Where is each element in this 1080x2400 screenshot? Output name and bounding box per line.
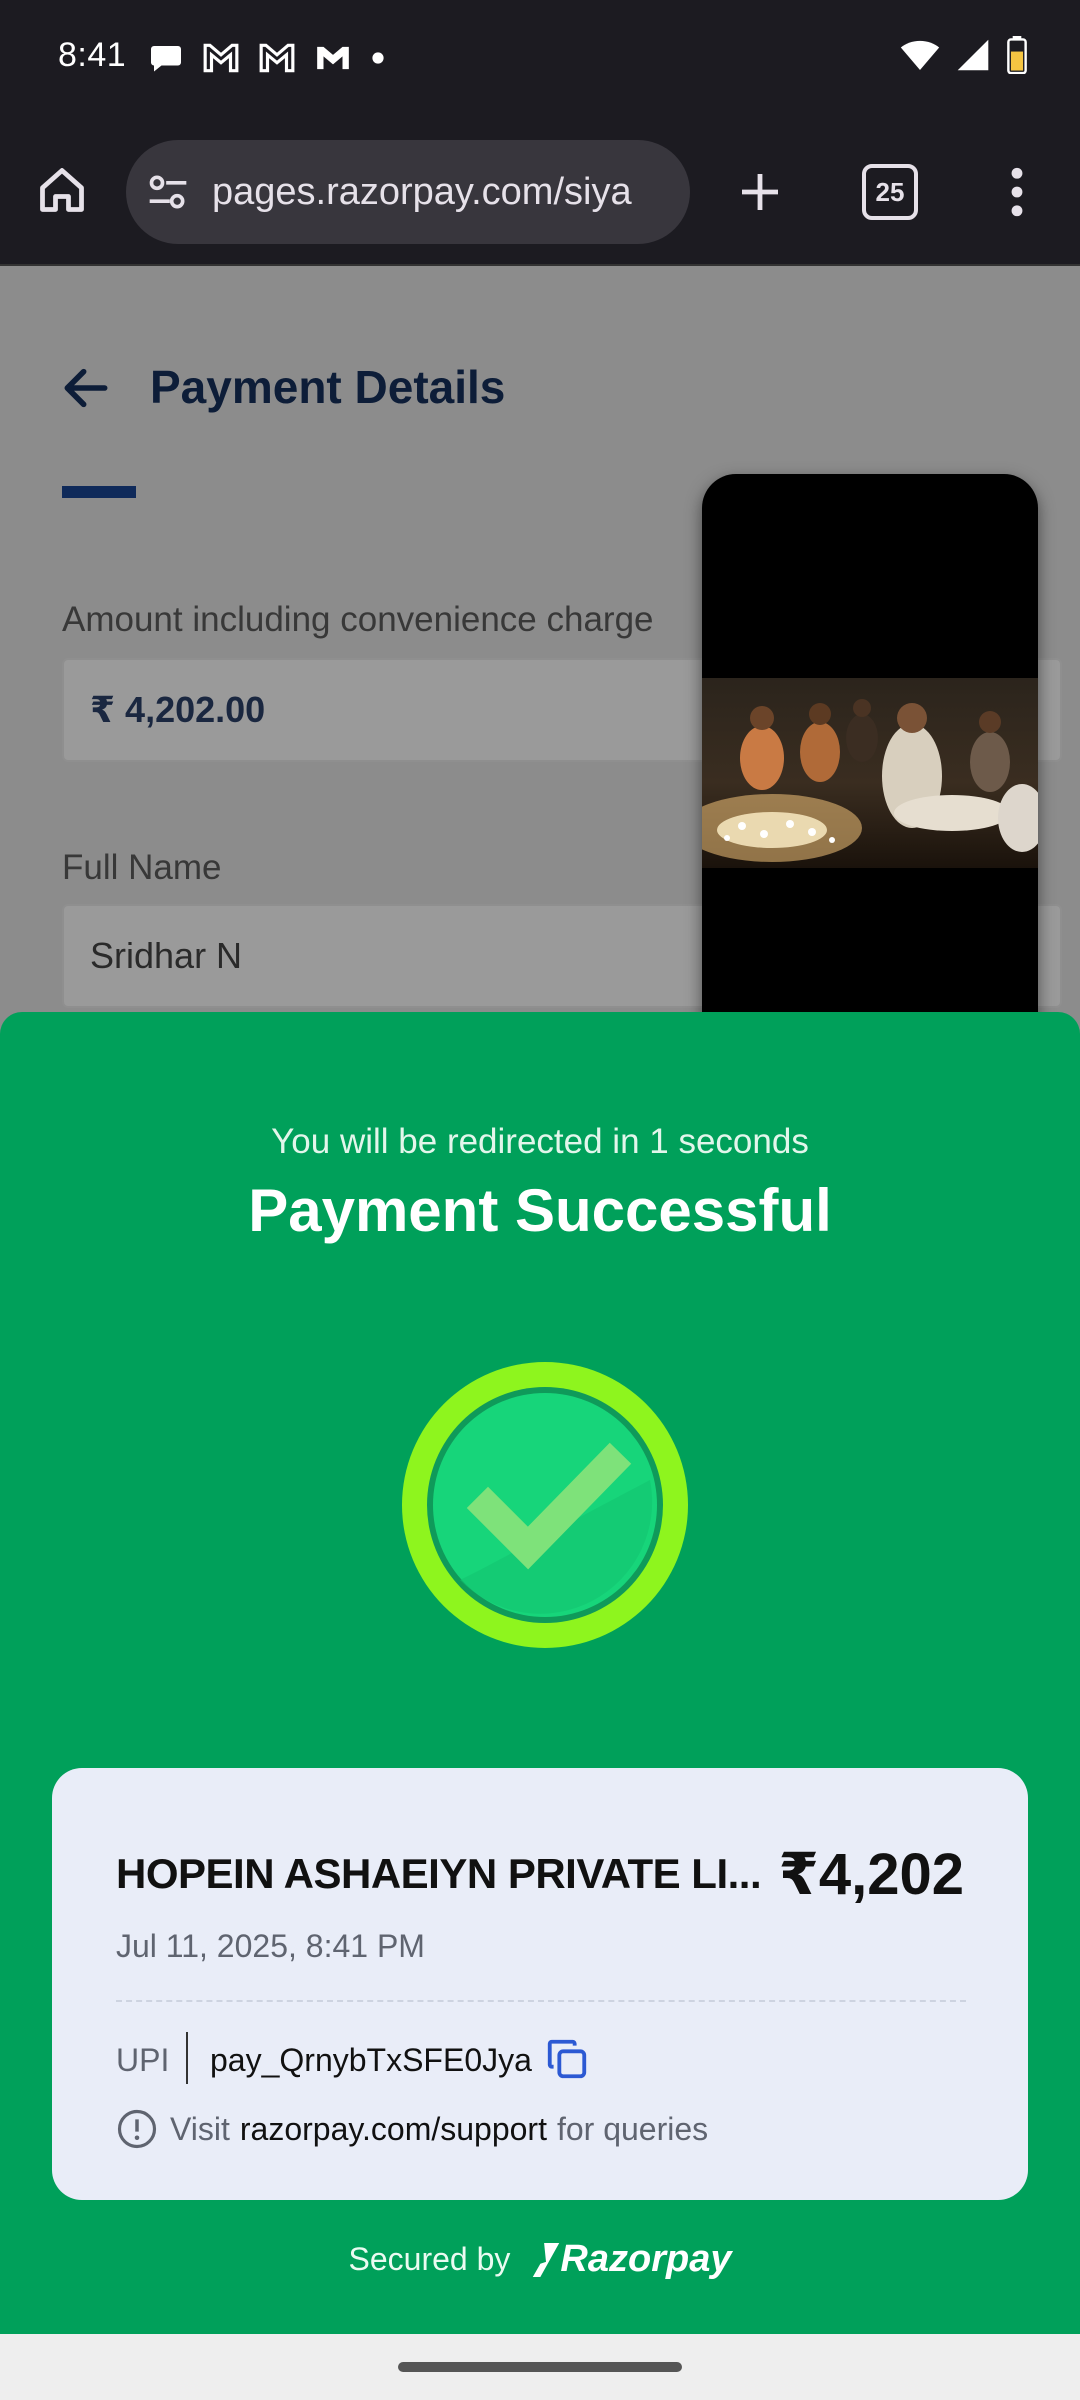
video-frame [702,678,1038,868]
payment-method: UPI [116,2042,170,2078]
more-vert-icon [1011,167,1023,217]
home-gesture-handle[interactable] [398,2362,682,2372]
payment-id: pay_QrnybTxSFE0Jya [210,2042,532,2078]
merchant-name: HOPEIN ASHAEIYN PRIVATE LI... [116,1850,762,1897]
url-text[interactable]: pages.razorpay.com/siya [212,171,632,214]
razorpay-mark-icon [533,2242,560,2277]
payment-details-card: HOPEIN ASHAEIYN PRIVATE LI... ₹4,202 Jul… [52,1768,1028,2200]
gmail-dark-icon [317,46,349,70]
gesture-navigation-bar [0,2334,1080,2400]
brand-name: Razorpay [560,2238,732,2280]
status-bar: 8:41 [0,0,1080,120]
wifi-icon [900,40,940,70]
secured-by-footer: Secured by Razorpay [0,2238,1080,2281]
success-check-icon [400,1360,690,1650]
picture-in-picture-video[interactable] [702,474,1038,1070]
notification-icons [148,40,386,76]
browser-toolbar: pages.razorpay.com/siya 25 [0,120,1080,266]
new-tab-button[interactable] [724,156,796,228]
overflow-menu-button[interactable] [990,156,1044,228]
copy-icon[interactable] [544,2036,590,2082]
tab-switcher-button[interactable]: 25 [862,164,918,220]
page-header: Payment Details [0,266,1080,498]
signal-icon [957,39,989,71]
plus-icon [742,174,778,210]
info-icon [117,2109,157,2149]
redirect-countdown-text: You will be redirected in 1 seconds [271,1122,809,1161]
success-title: Payment Successful [248,1177,832,1244]
video-scene-image [702,699,1038,862]
support-prefix: Visit [170,2110,230,2147]
address-bar[interactable]: pages.razorpay.com/siya [126,140,690,244]
support-row: Visit razorpay.com/support for queries [116,2108,708,2150]
gmail-icon [203,43,239,73]
card-divider [116,2000,966,2002]
home-button[interactable] [30,158,94,222]
chat-bubble-icon [151,46,181,72]
back-arrow-icon[interactable] [58,360,114,416]
battery-icon [1007,36,1027,74]
title-underline [62,486,136,498]
system-icons [900,36,1028,74]
site-settings-icon[interactable] [146,170,190,214]
secured-by-text: Secured by [348,2241,511,2277]
payment-datetime: Jul 11, 2025, 8:41 PM [116,1928,425,1964]
status-time: 8:41 [58,36,127,74]
page-title: Payment Details [150,361,506,413]
razorpay-logo: Razorpay [532,2238,731,2281]
support-suffix: for queries [556,2110,709,2147]
dot-icon [372,52,384,64]
amount-label: Amount including convenience charge [62,600,654,639]
payment-success-sheet: You will be redirected in 1 seconds Paym… [0,1012,1080,2334]
support-link[interactable]: razorpay.com/support [240,2111,547,2148]
full-name-label: Full Name [62,848,222,887]
paid-amount: ₹4,202 [778,1842,965,1907]
home-icon [40,168,84,212]
gmail-icon [259,43,295,73]
method-separator [186,2032,188,2084]
